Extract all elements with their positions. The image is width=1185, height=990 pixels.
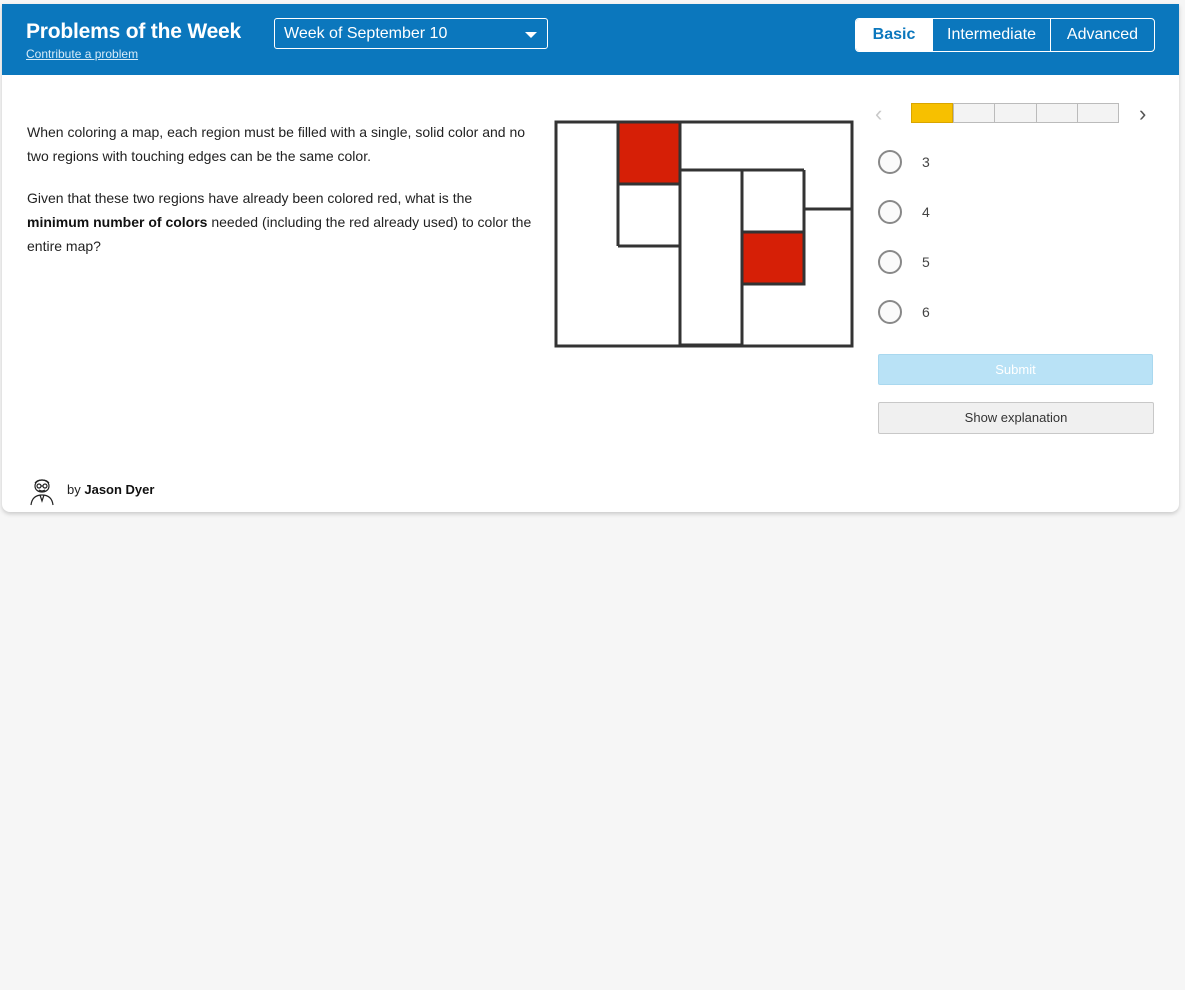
chevron-right-icon[interactable]: ›	[1139, 103, 1159, 125]
tab-basic[interactable]: Basic	[856, 19, 932, 51]
author-prefix: by	[67, 482, 81, 497]
map-diagram	[554, 120, 854, 348]
submit-button[interactable]: Submit	[878, 354, 1153, 385]
answer-label: 3	[922, 154, 930, 170]
week-select-value: Week of September 10	[284, 25, 448, 42]
tab-intermediate[interactable]: Intermediate	[932, 19, 1050, 51]
answer-label: 4	[922, 204, 930, 220]
level-tabs: Basic Intermediate Advanced	[855, 18, 1155, 52]
map-region-top-red	[616, 120, 682, 186]
problem-paragraph-2: Given that these two regions have alread…	[27, 186, 537, 258]
progress-segment[interactable]	[953, 104, 994, 122]
answer-label: 5	[922, 254, 930, 270]
tab-advanced[interactable]: Advanced	[1050, 19, 1154, 51]
author-name[interactable]: Jason Dyer	[84, 482, 154, 497]
problem-progress	[911, 103, 1119, 123]
page-title: Problems of the Week	[26, 20, 242, 43]
contribute-link[interactable]: Contribute a problem	[26, 47, 138, 61]
chevron-left-icon[interactable]: ‹	[875, 103, 895, 125]
map-outer-border	[554, 120, 854, 348]
show-explanation-button[interactable]: Show explanation	[878, 402, 1154, 434]
problem-card: Problems of the Week Contribute a proble…	[2, 4, 1179, 512]
progress-segment[interactable]	[1035, 104, 1077, 122]
avatar	[30, 479, 54, 506]
problem-paragraph-1: When coloring a map, each region must be…	[27, 124, 526, 164]
author-byline: by Jason Dyer	[67, 482, 154, 497]
problem-emphasis: minimum number of colors	[27, 214, 208, 230]
radio-button[interactable]	[878, 150, 902, 174]
caret-down-icon	[525, 32, 537, 38]
answer-label: 6	[922, 304, 930, 320]
progress-segment[interactable]	[994, 104, 1035, 122]
problem-text-start: Given that these two regions have alread…	[27, 190, 473, 206]
map-region-mid-red	[740, 230, 806, 286]
header-bar: Problems of the Week Contribute a proble…	[2, 4, 1179, 75]
radio-button[interactable]	[878, 300, 902, 324]
problem-text: When coloring a map, each region must be…	[27, 120, 537, 276]
progress-segment-current[interactable]	[911, 103, 954, 123]
progress-segment[interactable]	[1076, 104, 1118, 122]
radio-button[interactable]	[878, 200, 902, 224]
week-select[interactable]: Week of September 10	[274, 18, 548, 49]
radio-button[interactable]	[878, 250, 902, 274]
